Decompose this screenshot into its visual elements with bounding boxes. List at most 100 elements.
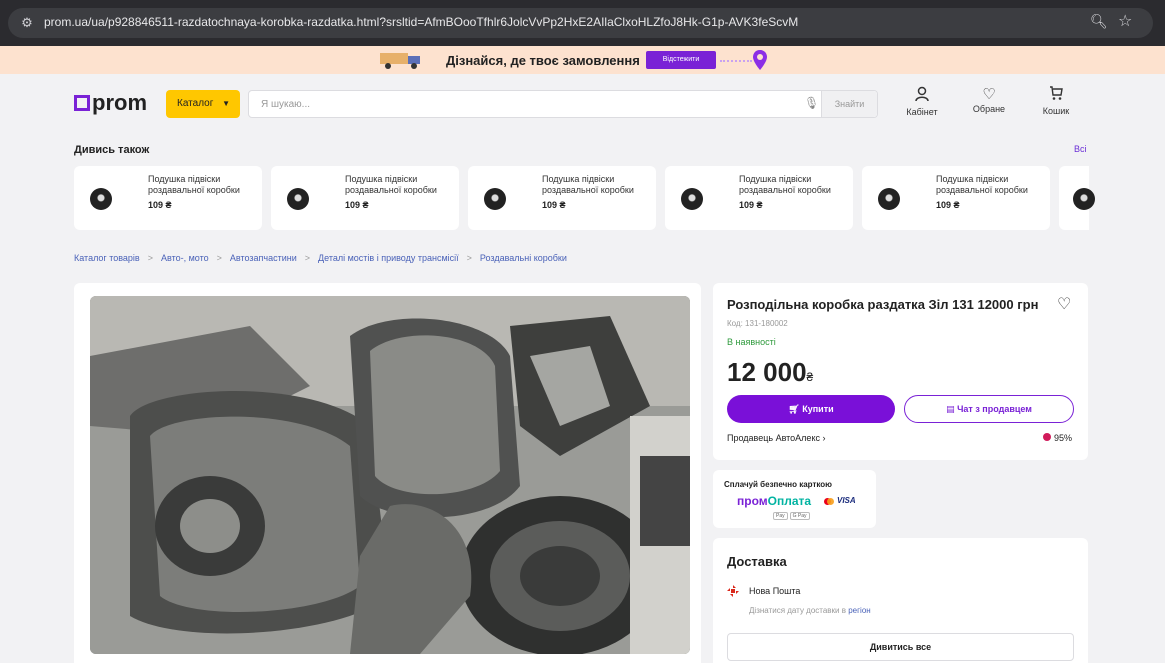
microphone-icon[interactable]: 🎙︎: [804, 96, 819, 110]
delivery-hint-text: Дізнатися дату доставки в: [749, 606, 849, 615]
search-button[interactable]: Знайти: [821, 91, 877, 117]
breadcrumb-separator-icon: >: [304, 253, 311, 263]
related-product-title: Подушка підвіски роздавальної коробки: [936, 174, 1028, 195]
related-product-title: Подушка підвіски роздавальної коробки: [148, 174, 240, 195]
brand-part-b: Оплата: [767, 494, 812, 508]
track-order-button[interactable]: Відстежити: [646, 51, 716, 69]
search-input[interactable]: Я шукаю...: [261, 99, 310, 110]
product-thumbnail: [1073, 188, 1095, 210]
related-product-card[interactable]: Подушка підвіски роздавальної коробки 10…: [468, 166, 656, 230]
bookmark-star-icon[interactable]: ☆: [1118, 11, 1132, 31]
favorites-button[interactable]: ♡ Обране: [965, 86, 1013, 114]
related-product-title: Подушка підвіски роздавальної коробки: [739, 174, 831, 195]
product-price: 12 000₴: [727, 357, 813, 388]
delivery-block: Доставка Нова Пошта Дізнатися дату доста…: [713, 538, 1088, 663]
price-currency: ₴: [806, 370, 814, 384]
cart-icon: 🛒︎: [788, 404, 803, 414]
breadcrumb-item[interactable]: Роздавальні коробки: [480, 253, 567, 263]
banner-text: Дізнайся, де твоє замовлення: [446, 53, 640, 68]
see-all-link[interactable]: Всі: [1074, 144, 1087, 154]
cabinet-label: Кабінет: [906, 107, 938, 117]
stock-status: В наявності: [727, 337, 776, 347]
prom-oplata-logo: промОплата: [737, 494, 811, 508]
breadcrumb-separator-icon: >: [466, 253, 472, 263]
site-header: prom Каталог ▼ Я шукаю... 🎙︎ Знайти Кабі…: [0, 74, 1165, 136]
related-product-price: 109 ₴: [345, 200, 369, 210]
favorite-heart-icon[interactable]: ♡: [1057, 294, 1071, 314]
search-bar: Я шукаю... 🎙︎ Знайти: [248, 90, 878, 118]
logo-text: prom: [92, 90, 147, 115]
site-settings-icon[interactable]: ⚙: [18, 14, 36, 32]
payment-title: Сплачуй безпечно карткою: [724, 480, 832, 489]
product-photo[interactable]: [90, 296, 690, 654]
product-info-panel: Розподільна коробка раздатка Зіл 131 120…: [713, 283, 1088, 460]
cart-button[interactable]: Кошик: [1032, 86, 1080, 116]
related-product-price: 109 ₴: [739, 200, 763, 210]
order-tracking-banner: Дізнайся, де твоє замовлення Відстежити: [0, 46, 1165, 74]
catalog-button[interactable]: Каталог ▼: [166, 90, 240, 118]
region-link[interactable]: регіон: [848, 606, 870, 615]
logo-mark-icon: [74, 95, 90, 111]
cart-icon: [1032, 86, 1080, 106]
buy-label: Купити: [802, 404, 834, 414]
breadcrumb-item[interactable]: Деталі мостів і приводу трансмісії: [318, 253, 459, 263]
delivery-title: Доставка: [727, 554, 787, 569]
seller-rating: 95%: [1043, 433, 1072, 443]
browser-toolbar: ⚙ prom.ua/ua/p928846511-razdatochnaya-ko…: [0, 0, 1165, 46]
chevron-right-icon: ›: [822, 433, 826, 443]
breadcrumb-item[interactable]: Автозапчастини: [230, 253, 297, 263]
catalog-label: Каталог: [177, 98, 214, 109]
mastercard-icon: [824, 498, 834, 505]
product-thumbnail: [90, 188, 112, 210]
breadcrumb-separator-icon: >: [147, 253, 153, 263]
url-text[interactable]: prom.ua/ua/p928846511-razdatochnaya-koro…: [44, 15, 1024, 29]
chevron-down-icon: ▼: [222, 99, 230, 108]
breadcrumb: Каталог товарів > Авто-, мото > Автозапчасти…: [74, 253, 567, 263]
see-also-title: Дивись також: [74, 144, 150, 156]
breadcrumb-item[interactable]: Авто-, мото: [161, 253, 209, 263]
see-all-delivery-button[interactable]: Дивитись все: [727, 633, 1074, 661]
breadcrumb-separator-icon: >: [216, 253, 222, 263]
seller-name: Продавець АвтоАлекс: [727, 433, 820, 443]
wallet-badges: Pay G Pay: [773, 512, 812, 520]
product-code: Код: 131-180002: [727, 319, 788, 328]
rating-value: 95%: [1054, 433, 1073, 443]
related-product-price: 109 ₴: [936, 200, 960, 210]
favorites-label: Обране: [972, 104, 1006, 114]
buy-button[interactable]: 🛒︎ Купити: [727, 395, 895, 423]
related-product-card[interactable]: Подушка підвіски роздавальної коробки 10…: [862, 166, 1050, 230]
related-product-title: Подушка підвіски роздавальної коробки: [542, 174, 634, 195]
product-thumbnail: [287, 188, 309, 210]
related-product-card[interactable]: Подушка підвіски роздавальної коробки 10…: [74, 166, 262, 230]
related-product-card[interactable]: Подушка підвіски роздавальної коробки 10…: [665, 166, 853, 230]
seller-link[interactable]: Продавець АвтоАлекс ›: [727, 433, 826, 443]
product-title: Розподільна коробка раздатка Зіл 131 120…: [727, 297, 1039, 312]
heart-icon: ♡: [982, 86, 996, 103]
product-thumbnail: [878, 188, 900, 210]
route-dots: [720, 60, 752, 62]
zoom-icon[interactable]: 🔍︎: [1090, 13, 1108, 30]
product-thumbnail: [681, 188, 703, 210]
related-product-card-partial[interactable]: [1059, 166, 1095, 230]
google-pay-badge: G Pay: [789, 512, 810, 520]
product-thumbnail: [484, 188, 506, 210]
delivery-date-hint: Дізнатися дату доставки в регіон: [749, 606, 871, 615]
user-icon: [898, 86, 946, 107]
cabinet-button[interactable]: Кабінет: [898, 86, 946, 117]
carrier-name: Нова Пошта: [749, 586, 801, 596]
related-product-title: Подушка підвіски роздавальної коробки: [345, 174, 437, 195]
rating-icon: [1043, 433, 1051, 441]
chat-label: Чат з продавцем: [957, 404, 1032, 414]
related-product-card[interactable]: Подушка підвіски роздавальної коробки 10…: [271, 166, 459, 230]
chat-with-seller-button[interactable]: ▤ Чат з продавцем: [904, 395, 1074, 423]
visa-logo: VISA: [837, 496, 856, 505]
breadcrumb-item[interactable]: Каталог товарів: [74, 253, 140, 263]
location-pin-icon: [753, 50, 767, 70]
cart-label: Кошик: [1042, 106, 1070, 116]
product-gallery: [74, 283, 701, 663]
nova-poshta-icon: [727, 585, 739, 597]
price-value: 12 000: [727, 357, 807, 387]
apple-pay-badge: Pay: [773, 512, 788, 520]
prom-logo[interactable]: prom: [74, 90, 147, 116]
related-product-price: 109 ₴: [148, 200, 172, 210]
